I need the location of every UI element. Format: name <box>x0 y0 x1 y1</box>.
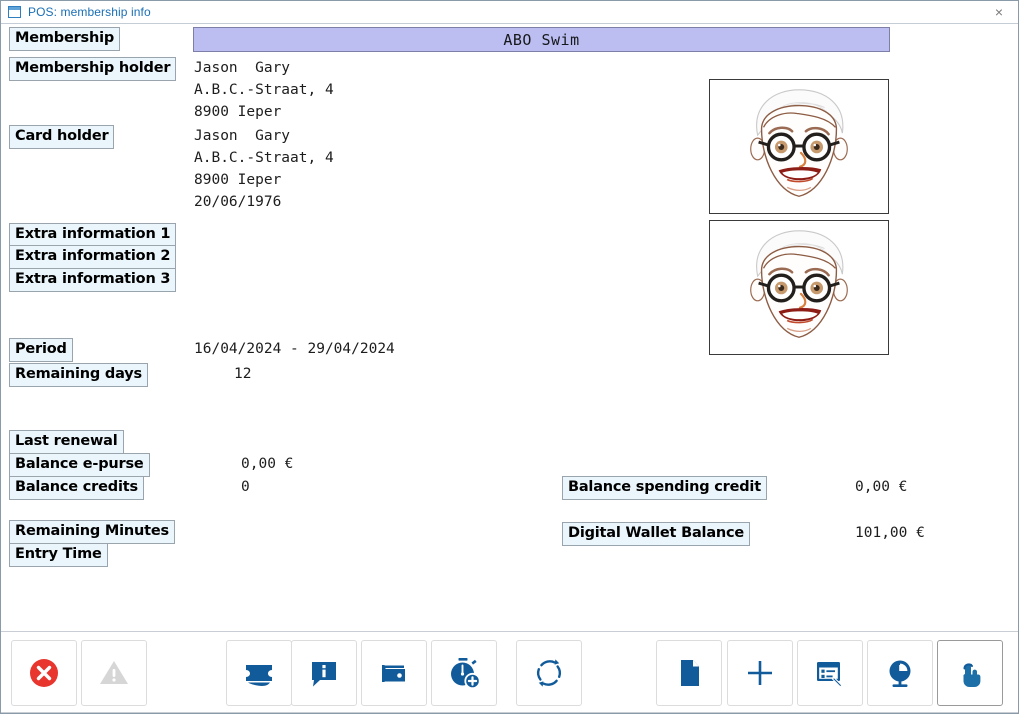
refresh-sync-icon <box>532 656 566 690</box>
value-card-holder-city: 8900 Ieper <box>194 172 281 188</box>
hand-pointer-icon <box>953 656 987 690</box>
value-membership-holder-name: Jason Gary <box>194 60 290 76</box>
value-card-holder-street: A.B.C.-Straat, 4 <box>194 150 334 166</box>
label-membership-holder: Membership holder <box>9 57 176 81</box>
info-button[interactable] <box>291 640 357 706</box>
close-icon[interactable]: × <box>982 1 1016 23</box>
value-membership-holder-city: 8900 Ieper <box>194 104 281 120</box>
label-balance-epurse: Balance e-purse <box>9 453 150 477</box>
value-membership-holder-street: A.B.C.-Straat, 4 <box>194 82 334 98</box>
label-card-holder: Card holder <box>9 125 114 149</box>
add-time-button[interactable] <box>431 640 497 706</box>
clock-stand-icon <box>883 656 917 690</box>
value-balance-epurse: 0,00 € <box>241 456 293 472</box>
warning-triangle-icon <box>97 656 131 690</box>
bottom-toolbar <box>1 631 1018 713</box>
titlebar: POS: membership info × <box>1 1 1018 24</box>
form-edit-icon <box>813 656 847 690</box>
label-last-renewal: Last renewal <box>9 430 124 454</box>
close-button[interactable] <box>11 640 77 706</box>
label-digital-wallet-balance: Digital Wallet Balance <box>562 522 750 546</box>
document-icon <box>672 656 706 690</box>
label-balance-credits: Balance credits <box>9 476 144 500</box>
wallet-button[interactable] <box>361 640 427 706</box>
value-remaining-days: 12 <box>234 366 251 382</box>
touch-select-button[interactable] <box>937 640 1003 706</box>
value-digital-wallet-balance: 101,00 € <box>855 525 925 541</box>
value-card-holder-name: Jason Gary <box>194 128 290 144</box>
warning-button[interactable] <box>81 640 147 706</box>
refresh-button[interactable] <box>516 640 582 706</box>
value-balance-spending-credit: 0,00 € <box>855 479 907 495</box>
label-membership: Membership <box>9 27 120 51</box>
card-holder-photo <box>709 220 889 355</box>
label-extra-information-2: Extra information 2 <box>9 245 176 269</box>
window-icon <box>8 6 21 18</box>
new-document-button[interactable] <box>656 640 722 706</box>
label-period: Period <box>9 338 73 362</box>
label-extra-information-1: Extra information 1 <box>9 223 176 247</box>
membership-holder-photo <box>709 79 889 214</box>
edit-form-button[interactable] <box>797 640 863 706</box>
add-button[interactable] <box>727 640 793 706</box>
ticket-stack-icon <box>242 656 276 690</box>
window-title: POS: membership info <box>28 5 151 19</box>
value-card-holder-birthdate: 20/06/1976 <box>194 194 281 210</box>
label-remaining-minutes: Remaining Minutes <box>9 520 175 544</box>
pos-membership-info-window: POS: membership info × Membership ABO Sw… <box>0 0 1019 714</box>
value-period: 16/04/2024 - 29/04/2024 <box>194 341 395 357</box>
value-balance-credits: 0 <box>241 479 250 495</box>
label-entry-time: Entry Time <box>9 543 108 567</box>
label-balance-spending-credit: Balance spending credit <box>562 476 767 500</box>
stopwatch-plus-icon <box>446 655 482 691</box>
toolbar-divider <box>1 712 1018 713</box>
membership-banner: ABO Swim <box>193 27 890 52</box>
label-extra-information-3: Extra information 3 <box>9 268 176 292</box>
label-remaining-days: Remaining days <box>9 363 148 387</box>
tickets-button[interactable] <box>226 640 292 706</box>
time-registration-button[interactable] <box>867 640 933 706</box>
red-x-circle-icon <box>27 656 61 690</box>
form-body: Membership ABO Swim Membership holder Ja… <box>1 24 1018 713</box>
info-bubble-icon <box>307 656 341 690</box>
plus-icon <box>743 656 777 690</box>
wallet-icon <box>377 656 411 690</box>
